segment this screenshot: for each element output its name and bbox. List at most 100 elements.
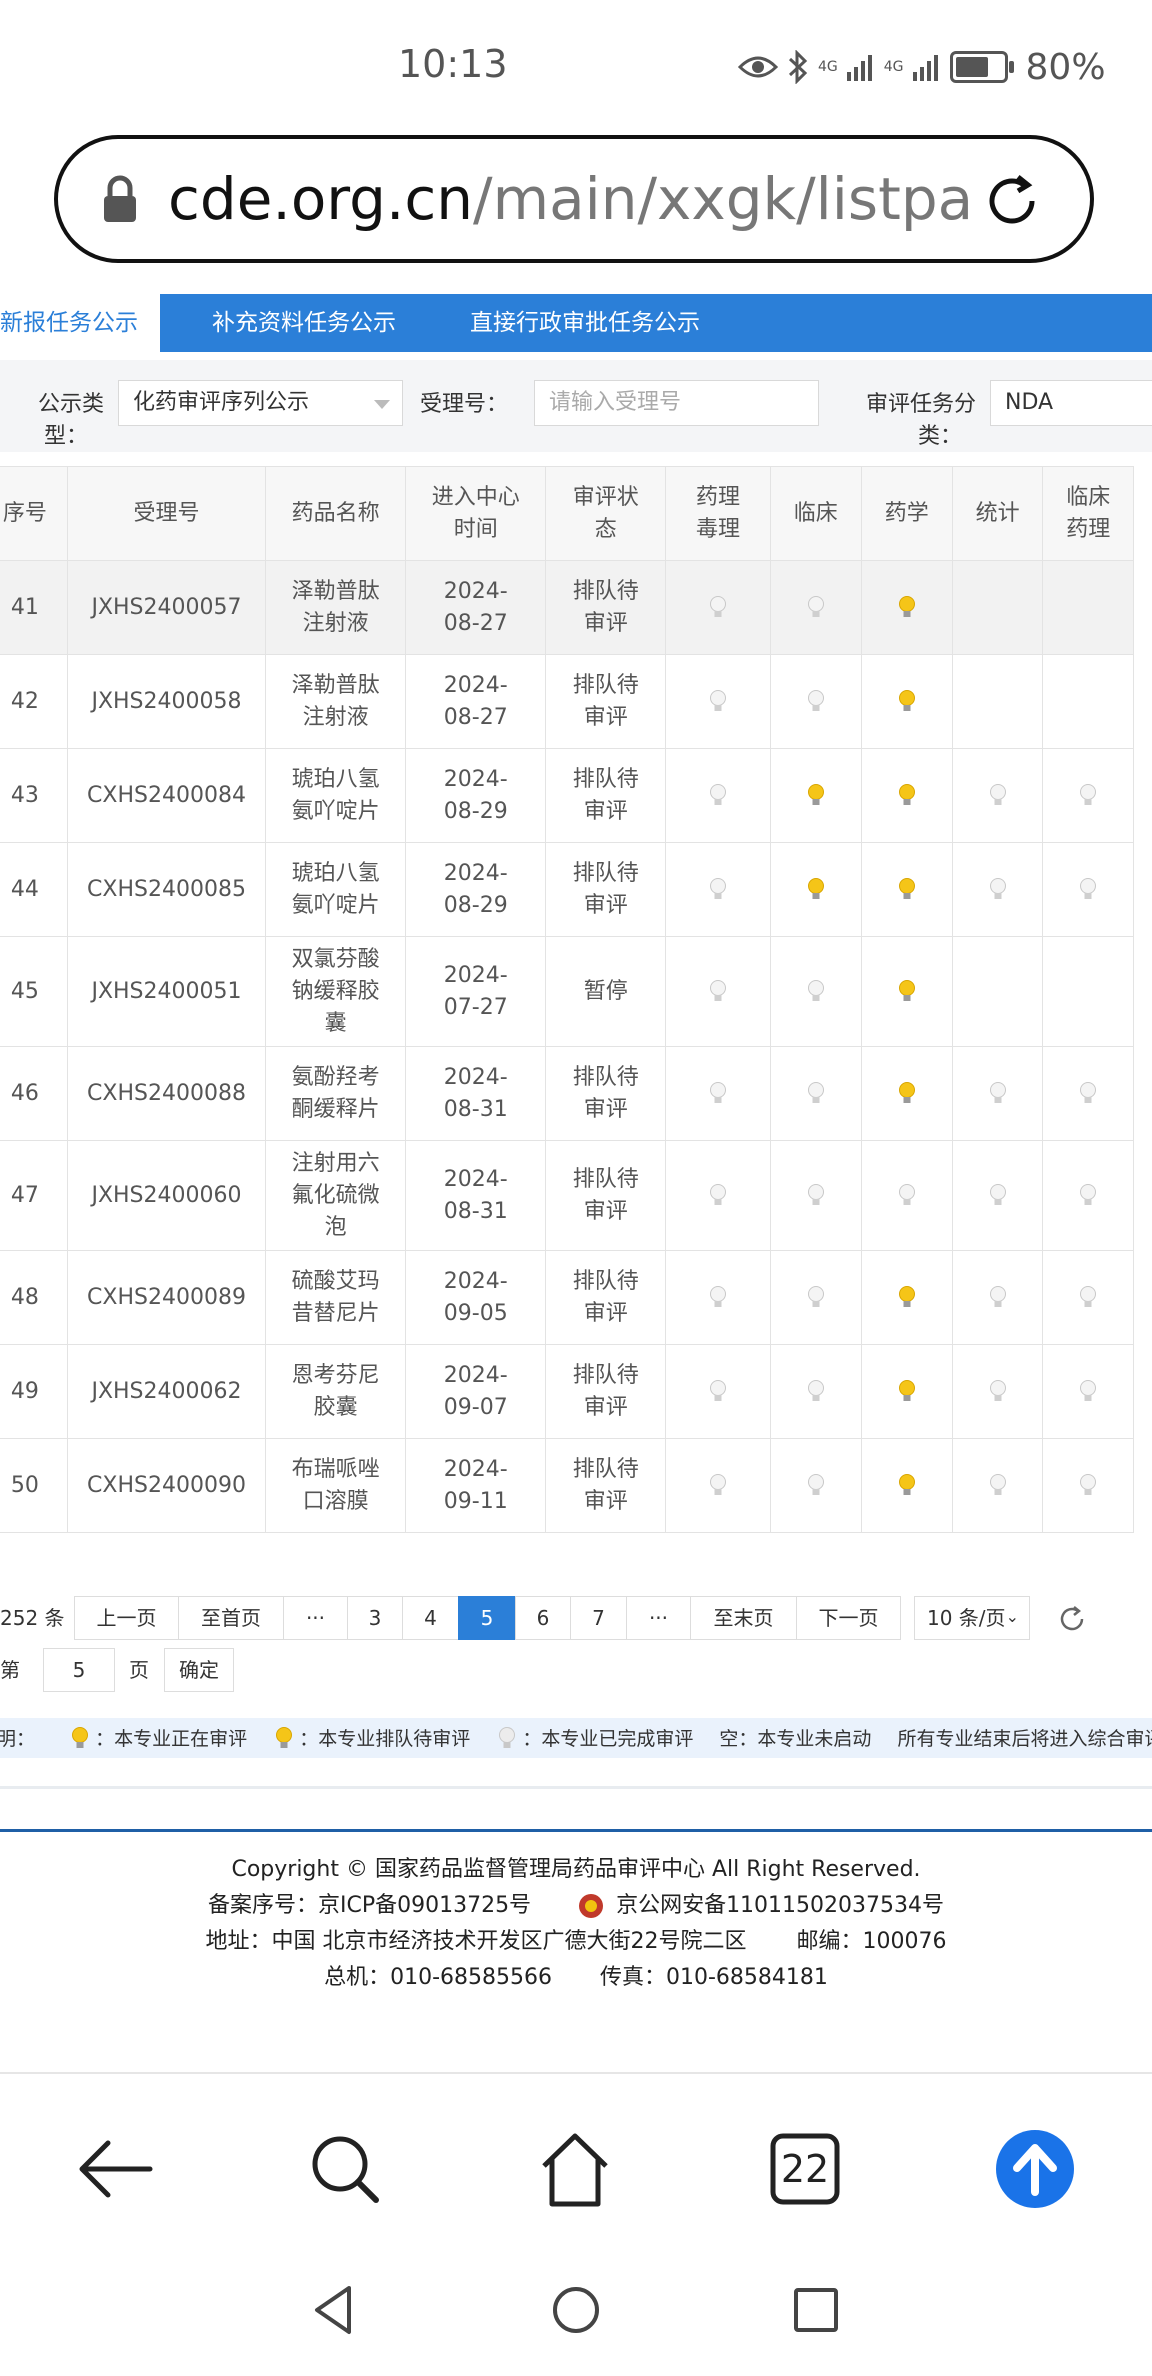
table-row[interactable]: 41 JXHS2400057 泽勒普肽 注射液 2024- 08-27 排队待 审评 (0, 560, 1134, 655)
page-7-button[interactable]: 7 (570, 1596, 627, 1640)
review-status-cell: 排队待 审评 (545, 560, 666, 655)
footer-phone: 总机：010-68585566 (324, 1965, 552, 1990)
footer-icp[interactable]: 备案序号：京ICP备09013725号 (208, 1893, 531, 1918)
bulb-done-icon (1079, 1473, 1097, 1498)
goto-page-input[interactable]: 5 (43, 1648, 115, 1692)
drug-name-cell-line: 琥珀八氢 (291, 766, 380, 792)
goto-suffix: 页 (129, 1658, 149, 1682)
page-5-button[interactable]: 5 (458, 1596, 516, 1640)
accept-number-cell: CXHS2400088 (66, 1046, 267, 1141)
accept-number-cell: JXHS2400060 (66, 1140, 267, 1251)
bulb-done-icon (1079, 1285, 1097, 1310)
entry-date-cell: 2024- 08-31 (405, 1140, 547, 1251)
accept-number-cell: CXHS2400089 (66, 1250, 267, 1345)
ellipsis-left[interactable]: ··· (283, 1596, 348, 1640)
table-row[interactable]: 49 JXHS2400062 恩考芬尼 胶囊 2024- 09-07 排队待 审评 (0, 1344, 1134, 1439)
home-icon[interactable] (530, 2124, 620, 2214)
prev-page-button[interactable]: 上一页 (74, 1596, 179, 1640)
entry-date-cell-line: 2024- (443, 672, 508, 698)
table-row[interactable]: 46 CXHS2400088 氨酚羟考 酮缓释片 2024- 08-31 排队待 审评 (0, 1046, 1134, 1141)
tabs-count-button[interactable]: 22 (760, 2124, 850, 2214)
discipline-status-cell (1042, 654, 1134, 749)
tab-direct-approval-tasks[interactable]: 直接行政审批任务公示 (470, 294, 700, 352)
chevron-down-icon (374, 400, 390, 409)
type-select[interactable]: 化药审评序列公示 (118, 380, 403, 426)
tab-new-tasks[interactable]: 新报任务公示 (0, 294, 160, 352)
column-header-line: 时间 (453, 516, 498, 542)
back-icon[interactable] (70, 2124, 160, 2214)
table-row[interactable]: 45 JXHS2400051 双氯芬酸 钠缓释胶囊 2024- 07-27 暂停 (0, 936, 1134, 1047)
page-size-select[interactable]: 10 条/页 ⌄ (914, 1596, 1030, 1640)
total-count: 252 条 (0, 1606, 65, 1630)
next-page-button[interactable]: 下一页 (796, 1596, 901, 1640)
row-number: 46 (0, 1046, 68, 1141)
table-row[interactable]: 50 CXHS2400090 布瑞哌唑 口溶膜 2024- 09-11 排队待 审评 (0, 1438, 1134, 1533)
status-bar: 10:13 4G 4G 80% (0, 0, 1152, 130)
entry-date-cell: 2024- 08-27 (405, 654, 547, 749)
footer-police[interactable]: 京公网安备11011502037534号 (616, 1893, 944, 1918)
entry-date-cell: 2024- 09-07 (405, 1344, 547, 1439)
accept-number-input[interactable]: 请输入受理号 (534, 380, 819, 426)
table-row[interactable]: 47 JXHS2400060 注射用六 氟化硫微泡 2024- 08-31 排队待 审评 (0, 1140, 1134, 1251)
table-row[interactable]: 44 CXHS2400085 琥珀八氢 氨吖啶片 2024- 08-29 排队待 审评 (0, 842, 1134, 937)
discipline-status-cell (860, 1250, 953, 1345)
discipline-status-cell (770, 654, 862, 749)
first-page-button[interactable]: 至首页 (178, 1596, 284, 1640)
refresh-icon[interactable] (1058, 1605, 1086, 1633)
drug-name-cell-line: 口溶膜 (302, 1488, 369, 1514)
column-header-line: 进入中心 (431, 484, 520, 510)
footer-divider (0, 1829, 1152, 1832)
entry-date-cell: 2024- 08-31 (405, 1046, 547, 1141)
review-status-cell: 排队待 审评 (545, 654, 666, 749)
signal-icon-2 (912, 55, 938, 81)
entry-date-cell-line: 2024- (443, 1268, 508, 1294)
url-text[interactable]: cde.org.cn/main/xxgk/listpa (168, 165, 968, 233)
review-status-cell-line: 审评 (583, 1096, 628, 1122)
system-home-icon[interactable] (546, 2280, 606, 2340)
address-bar[interactable]: cde.org.cn/main/xxgk/listpa (54, 135, 1094, 263)
goto-confirm-button[interactable]: 确定 (164, 1648, 234, 1692)
bulb-done-icon (989, 1473, 1007, 1498)
ellipsis-right[interactable]: ··· (626, 1596, 691, 1640)
table-row[interactable]: 43 CXHS2400084 琥珀八氢 氨吖啶片 2024- 08-29 排队待 审评 (0, 748, 1134, 843)
url-path: /main/xxgk/listpa (473, 165, 968, 233)
tab-supplement-tasks[interactable]: 补充资料任务公示 (212, 294, 396, 352)
discipline-status-cell (664, 936, 772, 1047)
last-page-button[interactable]: 至末页 (690, 1596, 797, 1640)
reload-icon[interactable] (980, 169, 1044, 233)
review-status-cell-line: 排队待 (572, 1166, 639, 1192)
bulb-done-icon (807, 595, 825, 620)
section-divider (0, 1786, 1152, 1789)
table-row[interactable]: 48 CXHS2400089 硫酸艾玛 昔替尼片 2024- 09-05 排队待 审评 (0, 1250, 1134, 1345)
system-recents-icon[interactable] (786, 2280, 846, 2340)
drug-name-cell-line: 囊 (324, 1010, 347, 1036)
accept-number-cell: JXHS2400057 (66, 560, 267, 655)
footer-fax: 传真：010-68584181 (600, 1965, 828, 1990)
bulb-active-icon (807, 877, 825, 902)
page-3-button[interactable]: 3 (347, 1596, 403, 1640)
accept-number-cell: CXHS2400084 (66, 748, 267, 843)
system-back-icon[interactable] (305, 2280, 365, 2340)
page-4-button[interactable]: 4 (402, 1596, 459, 1640)
legend-empty-text: 空：本专业未启动 (719, 1727, 872, 1750)
discipline-status-cell (664, 1250, 772, 1345)
task-category-label: 审评任务分 (865, 392, 976, 417)
discipline-status-cell (1042, 1140, 1134, 1251)
legend-active-text: ：本专业正在审评 (95, 1727, 248, 1750)
review-status-cell-line: 审评 (583, 1394, 628, 1420)
task-category-select[interactable]: NDA (990, 380, 1152, 426)
table-row[interactable]: 42 JXHS2400058 泽勒普肽 注射液 2024- 08-27 排队待 审评 (0, 654, 1134, 749)
legend-prefix: 说明： (0, 1727, 36, 1750)
search-icon[interactable] (300, 2124, 390, 2214)
review-status-cell-line: 排队待 (572, 860, 639, 886)
row-number: 41 (0, 560, 68, 655)
review-status-cell-line: 排队待 (572, 1064, 639, 1090)
drug-name-cell: 硫酸艾玛 昔替尼片 (265, 1250, 407, 1345)
bulb-active-icon (898, 877, 916, 902)
bulb-done-icon (989, 1183, 1007, 1208)
legend-bar: 说明： ：本专业正在审评 ：本专业排队待审评 ：本专业已完成审评 空：本专业未启… (0, 1718, 1152, 1758)
scroll-to-top-icon[interactable] (990, 2124, 1080, 2214)
page-6-button[interactable]: 6 (515, 1596, 571, 1640)
drug-name-cell: 泽勒普肽 注射液 (265, 560, 407, 655)
bulb-done-icon (498, 1719, 516, 1759)
